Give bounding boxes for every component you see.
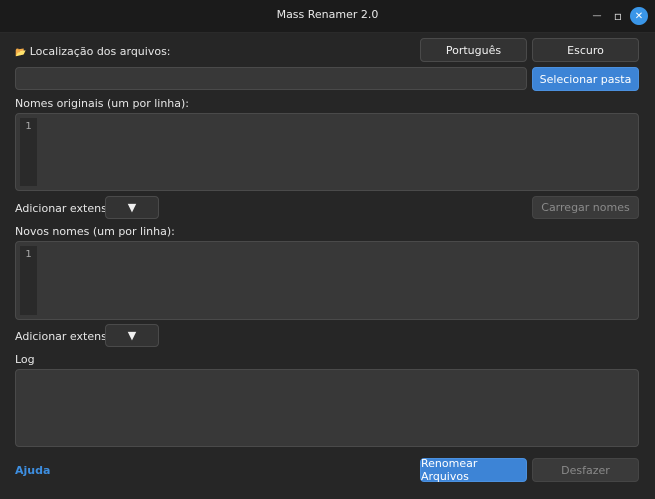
main-panel: 📂 Localização dos arquivos: Português Es… (0, 33, 655, 499)
line-number-gutter: 1 (20, 246, 37, 315)
folder-icon: 📂 (15, 48, 27, 58)
extension-dropdown-2[interactable]: ▼ (105, 324, 159, 347)
line-number-gutter: 1 (20, 118, 37, 186)
window-title: Mass Renamer 2.0 (276, 8, 379, 21)
select-folder-button[interactable]: Selecionar pasta (532, 67, 639, 91)
maximize-icon[interactable]: ▫ (609, 7, 627, 25)
location-label: Localização dos arquivos: (29, 45, 171, 58)
chevron-down-icon: ▼ (127, 329, 137, 342)
new-names-label: Novos nomes (um por linha): (15, 225, 175, 238)
language-button[interactable]: Português (420, 38, 527, 62)
theme-button[interactable]: Escuro (532, 38, 639, 62)
undo-button[interactable]: Desfazer (532, 458, 639, 482)
new-names-editor[interactable]: 1 (15, 241, 639, 320)
original-names-editor[interactable]: 1 (15, 113, 639, 191)
rename-files-button[interactable]: Renomear Arquivos (420, 457, 527, 483)
folder-path-input[interactable] (15, 67, 527, 90)
log-label: Log (15, 353, 35, 366)
minimize-icon[interactable]: — (588, 7, 606, 25)
original-names-label: Nomes originais (um por linha): (15, 97, 190, 110)
title-bar: Mass Renamer 2.0 — ▫ ✕ (0, 0, 655, 33)
extension-dropdown[interactable]: ▼ (105, 196, 159, 219)
log-textarea[interactable] (15, 369, 639, 447)
location-label-group: 📂 Localização dos arquivos: (15, 45, 171, 58)
chevron-down-icon: ▼ (127, 201, 137, 214)
load-names-button[interactable]: Carregar nomes (532, 196, 639, 219)
help-link[interactable]: Ajuda (15, 464, 50, 477)
close-icon[interactable]: ✕ (630, 7, 648, 25)
